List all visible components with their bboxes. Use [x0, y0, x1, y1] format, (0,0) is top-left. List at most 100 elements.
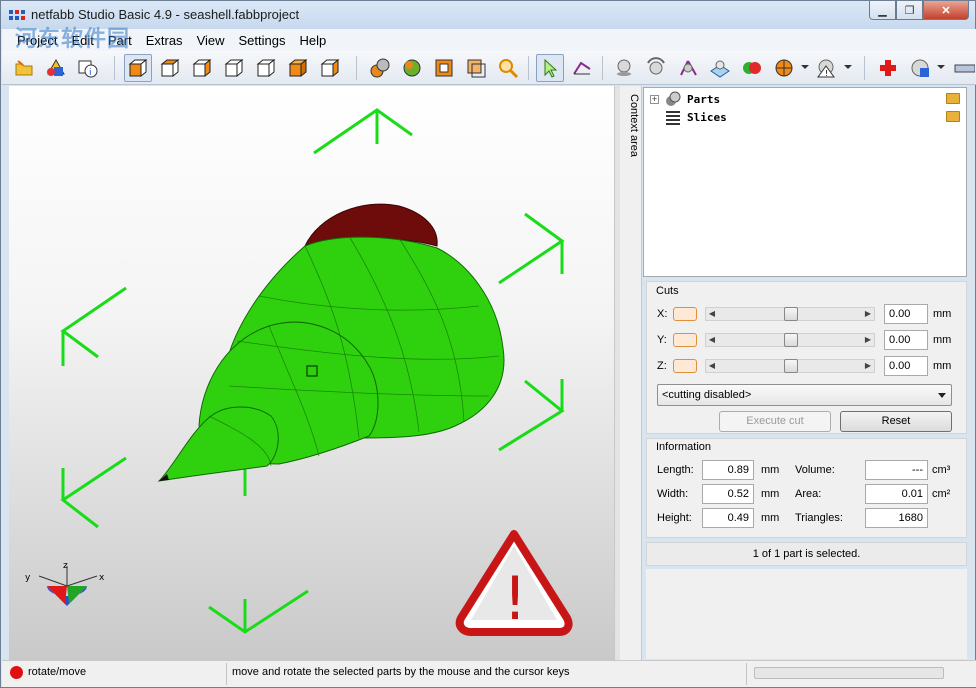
menu-settings[interactable]: Settings	[232, 33, 293, 48]
cut-x-unit: mm	[933, 308, 952, 320]
ruler-icon[interactable]	[950, 54, 976, 82]
main-toolbar: i !	[2, 51, 976, 85]
add-part-icon[interactable]	[42, 54, 70, 82]
section-dropdown-icon[interactable]	[801, 65, 809, 69]
tree-item-slices[interactable]: Slices	[665, 108, 727, 126]
select-arrow-icon[interactable]	[536, 54, 564, 82]
volume-label: Volume:	[795, 464, 835, 476]
export-icon[interactable]	[906, 54, 934, 82]
cut-z-input[interactable]: 0.00	[884, 356, 928, 376]
section-icon[interactable]	[770, 54, 798, 82]
expand-toggle[interactable]: +	[650, 94, 659, 104]
view-left-icon[interactable]	[220, 54, 248, 82]
cut-y-input[interactable]: 0.00	[884, 330, 928, 350]
arrow-right-lower-icon	[498, 379, 565, 452]
chevron-down-icon	[938, 393, 946, 398]
close-button[interactable]: ✕	[923, 1, 969, 20]
shading-color-icon[interactable]	[398, 54, 426, 82]
cut-x-slider[interactable]: ◀ ▶	[705, 307, 875, 321]
warning-icon[interactable]: !	[455, 530, 573, 636]
svg-text:!: !	[825, 69, 828, 78]
scale-icon[interactable]	[674, 54, 702, 82]
axis-gizmo: z y x	[25, 561, 105, 606]
area-unit: cm²	[932, 488, 951, 500]
menu-part[interactable]: Part	[101, 33, 139, 48]
netfabb-logo-icon	[9, 10, 25, 22]
title-bar: netfabb Studio Basic 4.9 - seashell.fabb…	[1, 1, 975, 29]
transparent-icon[interactable]	[462, 54, 490, 82]
tree-label: Parts	[687, 92, 721, 106]
rotate-icon[interactable]	[642, 54, 670, 82]
empty-panel-area	[646, 569, 967, 659]
svg-text:!: !	[503, 564, 527, 634]
slider-right-arrow-icon[interactable]: ▶	[862, 360, 874, 372]
maximize-button[interactable]: ❐	[896, 1, 923, 20]
repair-cross-icon[interactable]	[874, 54, 902, 82]
cut-y-unit: mm	[933, 334, 952, 346]
arrow-right-upper-icon	[498, 212, 565, 285]
selection-status-text: 1 of 1 part is selected.	[752, 548, 861, 560]
cut-z-label: Z:	[657, 360, 667, 372]
repair-icon[interactable]	[738, 54, 766, 82]
parts-folder-icon[interactable]	[946, 93, 960, 104]
slider-right-arrow-icon[interactable]: ▶	[862, 334, 874, 346]
cut-z-color-toggle[interactable]	[673, 359, 697, 373]
cut-y-label: Y:	[657, 334, 667, 346]
reset-button[interactable]: Reset	[840, 411, 952, 432]
menu-view[interactable]: View	[190, 33, 232, 48]
slider-thumb[interactable]	[784, 333, 798, 347]
cut-y-slider[interactable]: ◀ ▶	[705, 333, 875, 347]
slider-left-arrow-icon[interactable]: ◀	[706, 334, 718, 346]
view-default-icon[interactable]	[124, 54, 152, 82]
view-top-icon[interactable]	[284, 54, 312, 82]
menu-project[interactable]: Project	[10, 33, 64, 48]
3d-viewport[interactable]: z y x !	[9, 86, 614, 660]
cuts-panel: Cuts X: ◀ ▶ 0.00 mm Y: ◀ ▶ 0.00 mm Z: ◀ ▶ 0…	[646, 281, 967, 434]
measure-dropdown-icon[interactable]	[844, 65, 852, 69]
cut-x-color-toggle[interactable]	[673, 307, 697, 321]
arrow-bottom-icon	[208, 589, 309, 634]
slider-thumb[interactable]	[784, 307, 798, 321]
seashell-part[interactable]	[157, 203, 505, 482]
tree-item-parts[interactable]: + Parts	[650, 90, 720, 108]
cutting-mode-select[interactable]: <cutting disabled>	[657, 384, 952, 406]
minimize-button[interactable]: ▁	[869, 1, 896, 20]
area-value: 0.01	[865, 484, 928, 504]
shading-icon[interactable]	[366, 54, 394, 82]
slider-right-arrow-icon[interactable]: ▶	[862, 308, 874, 320]
arrange-icon[interactable]	[706, 54, 734, 82]
context-tab[interactable]: Context area	[620, 86, 642, 660]
tree-label: Slices	[687, 110, 727, 124]
execute-cut-button[interactable]: Execute cut	[719, 411, 831, 432]
cut-z-unit: mm	[933, 360, 952, 372]
wireframe-icon[interactable]	[430, 54, 458, 82]
menu-help[interactable]: Help	[293, 33, 334, 48]
menu-extras[interactable]: Extras	[139, 33, 190, 48]
cut-z-slider[interactable]: ◀ ▶	[705, 359, 875, 373]
part-info-icon[interactable]: i	[74, 54, 102, 82]
slider-left-arrow-icon[interactable]: ◀	[706, 308, 718, 320]
view-front-icon[interactable]	[156, 54, 184, 82]
cut-y-color-toggle[interactable]	[673, 333, 697, 347]
arrow-left-lower-icon	[60, 456, 127, 529]
triangles-value: 1680	[865, 508, 928, 528]
slider-left-arrow-icon[interactable]: ◀	[706, 360, 718, 372]
width-value: 0.52	[702, 484, 754, 504]
slider-thumb[interactable]	[784, 359, 798, 373]
view-right-icon[interactable]	[252, 54, 280, 82]
context-tab-label: Context area	[628, 94, 640, 157]
view-bottom-icon[interactable]	[316, 54, 344, 82]
volume-unit: cm³	[932, 464, 951, 476]
area-label: Area:	[795, 488, 822, 500]
select-surface-icon[interactable]	[568, 54, 596, 82]
measure-icon[interactable]: !	[812, 54, 840, 82]
menu-edit[interactable]: Edit	[64, 33, 100, 48]
open-project-icon[interactable]	[10, 54, 38, 82]
move-icon[interactable]	[610, 54, 638, 82]
width-unit: mm	[761, 488, 780, 500]
export-dropdown-icon[interactable]	[937, 65, 945, 69]
slices-folder-icon[interactable]	[946, 111, 960, 122]
cut-x-input[interactable]: 0.00	[884, 304, 928, 324]
view-back-icon[interactable]	[188, 54, 216, 82]
zoom-icon[interactable]	[494, 54, 522, 82]
